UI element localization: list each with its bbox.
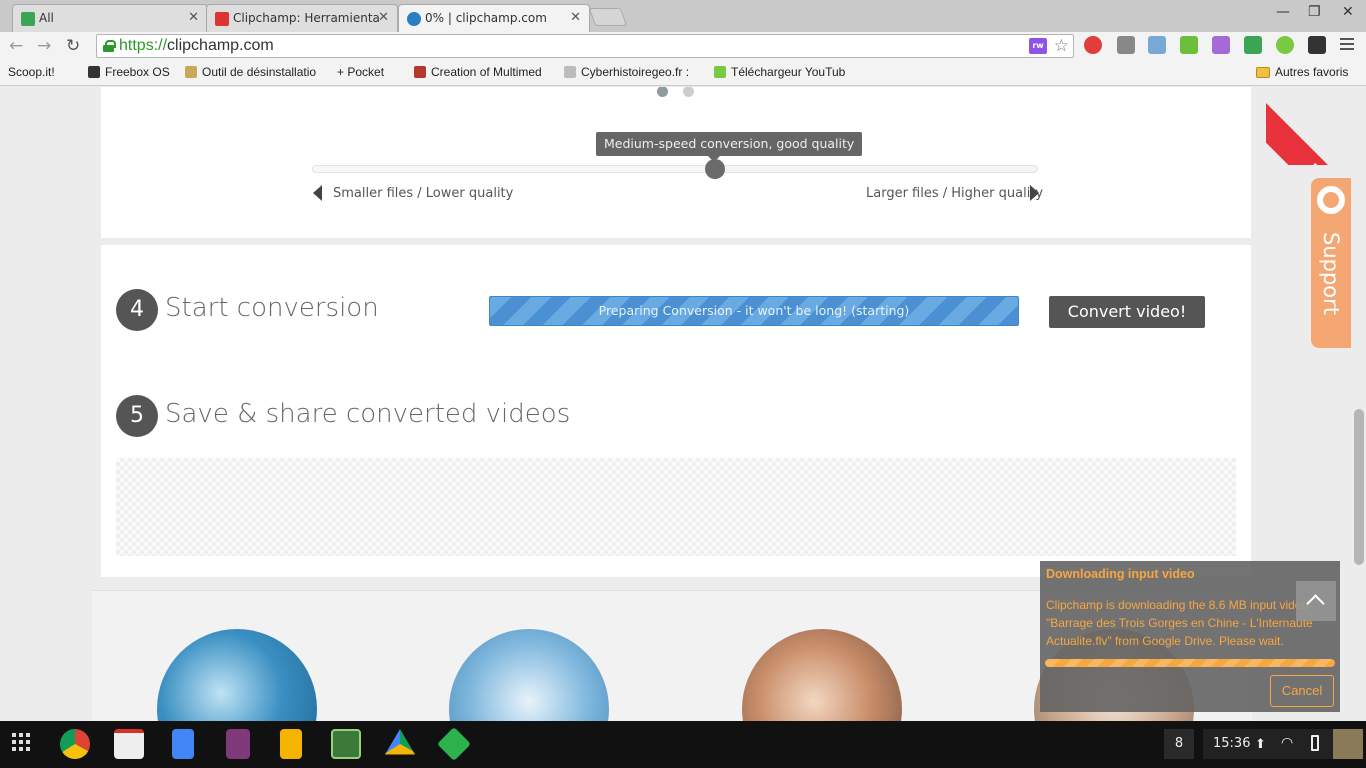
surfer-image [157, 629, 317, 721]
tab-title: All [39, 11, 54, 25]
url-text: https://clipchamp.com [119, 37, 274, 54]
step-4-title: Start conversion [165, 293, 379, 323]
slider-track-fill [313, 166, 715, 172]
close-tab-icon[interactable]: ✕ [570, 10, 581, 25]
network-icon: ⬆ [1255, 737, 1266, 752]
print-extension-icon[interactable] [1244, 36, 1262, 54]
bookmark-icon [414, 66, 426, 78]
slider-handle[interactable] [704, 159, 725, 179]
bookmarks-bar: Scoop.it! Freebox OS Outil de désinstall… [0, 60, 1366, 86]
extension-icon[interactable] [1117, 36, 1135, 54]
slides-app-icon[interactable] [280, 729, 302, 759]
family-image [742, 629, 902, 721]
close-tab-icon[interactable]: ✕ [188, 10, 199, 25]
wifi-icon: ◠ [1281, 735, 1294, 751]
address-bar[interactable]: https://clipchamp.com rw ☆ [96, 34, 1074, 58]
os-shelf: 8 15:36 ⬆ ◠ [0, 721, 1366, 768]
step-4-number: 4 [116, 289, 158, 331]
download-arrow-icon [714, 66, 726, 78]
support-tab[interactable]: Support [1311, 178, 1351, 348]
folder-icon [1256, 67, 1270, 78]
quality-slider[interactable] [312, 159, 1038, 179]
puntogeek-icon [215, 12, 229, 26]
converted-videos-placeholder [116, 458, 1236, 556]
scroll-to-top-button[interactable] [1296, 581, 1336, 621]
system-tray[interactable]: 15:36 ⬆ ◠ [1203, 729, 1363, 759]
tab-all[interactable]: All ✕ [12, 4, 208, 32]
docs-app-icon[interactable] [172, 729, 194, 759]
forward-arrow-icon[interactable]: → [37, 36, 51, 56]
feather-extension-icon[interactable] [1212, 36, 1230, 54]
cancel-download-button[interactable]: Cancel [1270, 675, 1334, 707]
hello-extension-icon[interactable] [1308, 36, 1326, 54]
feedly-icon [21, 12, 35, 26]
increase-quality-icon[interactable] [1030, 185, 1039, 201]
page-content: Medium-speed conversion, good quality Sm… [0, 87, 1366, 721]
tab-clipchamp-herramienta[interactable]: Clipchamp: Herramienta ✕ [206, 4, 398, 32]
bookmark-star-icon[interactable]: ☆ [1054, 36, 1069, 56]
bookmark-cyberhistoire[interactable]: Cyberhistoiregeo.fr : [564, 65, 702, 79]
bookmark-freebox[interactable]: Freebox OS [88, 65, 170, 79]
lifebuoy-icon [1317, 186, 1345, 214]
clock: 15:36 [1213, 736, 1251, 751]
decrease-quality-icon[interactable] [313, 185, 322, 201]
close-window-icon[interactable]: ✕ [1342, 4, 1354, 20]
gmail-app-icon[interactable] [114, 729, 144, 759]
rw-extension-icon[interactable]: rw [1029, 38, 1047, 54]
download-extension-icon[interactable] [1180, 36, 1198, 54]
higher-quality-label: Larger files / Higher quality [866, 186, 1044, 201]
convert-video-button[interactable]: Convert video! [1049, 296, 1205, 328]
onenote-app-icon[interactable] [226, 729, 250, 759]
scrollbar-thumb[interactable] [1354, 409, 1364, 565]
reload-icon[interactable]: ↻ [66, 36, 80, 56]
close-tab-icon[interactable]: ✕ [378, 10, 389, 25]
status-extension-icon[interactable] [1276, 36, 1294, 54]
freebox-icon [88, 66, 100, 78]
chrome-app-icon[interactable] [60, 729, 90, 759]
feedly-app-icon[interactable] [437, 727, 471, 761]
quality-tooltip: Medium-speed conversion, good quality [596, 132, 863, 162]
app-launcher-icon[interactable] [12, 733, 32, 753]
step-5-title: Save & share converted videos [165, 399, 571, 429]
camera-extension-icon[interactable] [1148, 36, 1166, 54]
step-5-number: 5 [116, 395, 158, 437]
notification-title: Downloading input video [1046, 567, 1195, 581]
bookmark-multimedia[interactable]: Creation of Multimed [414, 65, 554, 79]
back-arrow-icon[interactable]: ← [9, 36, 23, 56]
tab-title: Clipchamp: Herramienta [233, 11, 380, 25]
bookmark-outil[interactable]: Outil de désinstallatio [185, 65, 325, 79]
minimize-icon[interactable]: — [1276, 4, 1290, 20]
bookmark-icon [185, 66, 197, 78]
battery-icon [1311, 735, 1319, 751]
page-scrollbar[interactable] [1352, 87, 1366, 721]
lastpass-extension-icon[interactable] [1084, 36, 1102, 54]
lower-quality-label: Smaller files / Lower quality [333, 186, 514, 201]
notification-count[interactable]: 8 [1164, 729, 1194, 759]
new-tab-button[interactable] [588, 8, 628, 26]
tab-title: 0% | clipchamp.com [425, 11, 547, 25]
support-label: Support [1319, 232, 1343, 316]
download-notification: Downloading input video Clipchamp is dow… [1040, 561, 1340, 712]
snowboarder-image [449, 629, 609, 721]
quality-panel [101, 87, 1251, 238]
bookmark-other-folder[interactable]: Autres favoris [1256, 65, 1348, 79]
tab-strip: All ✕ Clipchamp: Herramienta ✕ 0% | clip… [0, 0, 1366, 32]
bookmark-scoopit[interactable]: Scoop.it! [8, 65, 55, 79]
drive-app-icon[interactable] [385, 729, 415, 755]
notification-message: Clipchamp is downloading the 8.6 MB inpu… [1046, 598, 1313, 648]
clipchamp-app-icon[interactable] [331, 729, 361, 759]
tab-clipchamp-active[interactable]: 0% | clipchamp.com ✕ [398, 4, 590, 32]
browser-menu-icon[interactable] [1340, 38, 1354, 53]
clipchamp-icon [407, 12, 421, 26]
avatar [1333, 729, 1363, 759]
bookmark-icon [564, 66, 576, 78]
restore-icon[interactable]: ❐ [1308, 4, 1321, 20]
lock-icon [103, 40, 116, 52]
download-progress-bar [1045, 659, 1335, 667]
bookmark-pocket[interactable]: + Pocket [337, 65, 384, 79]
bookmark-youtube-downloader[interactable]: Téléchargeur YouTub [714, 65, 854, 79]
progress-text: Preparing Conversion - it won't be long!… [598, 303, 910, 318]
conversion-progress-bar: Preparing Conversion - it won't be long!… [489, 296, 1019, 326]
beta-ribbon: beta [1266, 87, 1366, 165]
